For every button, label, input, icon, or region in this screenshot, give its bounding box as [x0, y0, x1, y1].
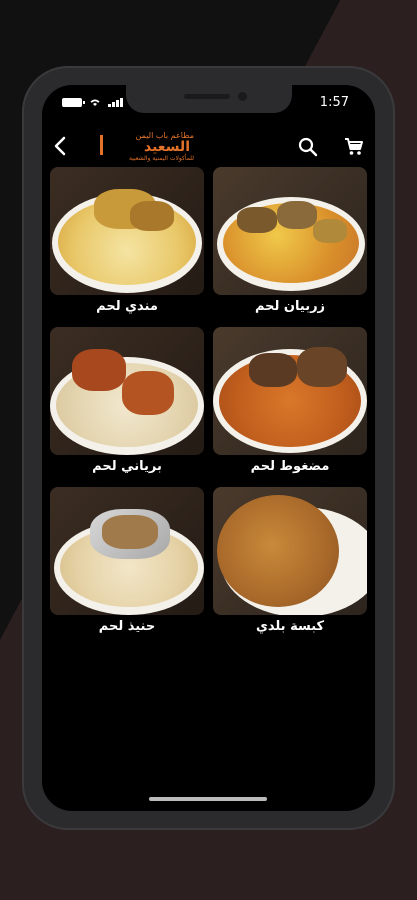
menu-item-label: مضغوط لحم [250, 459, 330, 474]
dish-photo [213, 487, 367, 615]
speaker [184, 94, 230, 99]
search-icon [298, 137, 318, 157]
app-screen: 1:57 مطاعم باب اليمن السعيد للمأكولات ال… [42, 85, 375, 811]
back-button[interactable] [50, 135, 72, 157]
dish-photo [213, 167, 367, 295]
dish-photo [50, 487, 204, 615]
dish-photo [213, 327, 367, 455]
restaurant-logo: مطاعم باب اليمن السعيد للمأكولات اليمنية… [98, 129, 194, 163]
status-icons [62, 97, 123, 107]
status-time: 1:57 [319, 95, 349, 110]
menu-item-card[interactable]: حنيذ لحم [50, 487, 204, 637]
camera [238, 92, 247, 101]
wifi-icon [88, 97, 102, 107]
notch [126, 85, 292, 113]
menu-item-label: برياني لحم [92, 459, 162, 474]
cart-icon [345, 138, 363, 155]
menu-item-label: حنيذ لحم [98, 619, 156, 634]
dish-photo [50, 167, 204, 295]
menu-item-card[interactable]: زربيان لحم [213, 167, 367, 317]
logo-line2: السعيد [143, 139, 190, 155]
menu-item-card[interactable]: كبسة بلدي [213, 487, 367, 637]
signal-icon [108, 97, 123, 107]
chevron-left-icon [54, 136, 66, 156]
dish-photo [50, 327, 204, 455]
logo-line3: للمأكولات اليمنية والشعبية [128, 155, 194, 162]
home-indicator[interactable] [149, 797, 267, 801]
menu-item-label: كبسة بلدي [255, 619, 325, 634]
cart-button[interactable] [342, 135, 366, 159]
menu-item-label: زربيان لحم [254, 299, 326, 314]
menu-item-card[interactable]: مضغوط لحم [213, 327, 367, 477]
menu-item-card[interactable]: مندي لحم [50, 167, 204, 317]
menu-item-card[interactable]: برياني لحم [50, 327, 204, 477]
app-bar: مطاعم باب اليمن السعيد للمأكولات اليمنية… [42, 125, 375, 169]
search-button[interactable] [296, 135, 320, 159]
logo-bar [100, 135, 103, 155]
battery-icon [62, 97, 85, 107]
menu-item-label: مندي لحم [96, 299, 158, 314]
